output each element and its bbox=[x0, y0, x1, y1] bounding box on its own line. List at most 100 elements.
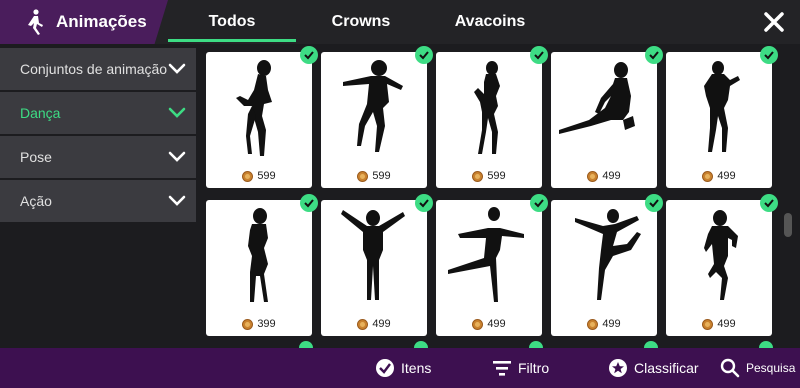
animation-card[interactable]: 499 bbox=[321, 194, 433, 336]
price-value: 399 bbox=[257, 318, 276, 330]
dancer-silhouette-image bbox=[343, 60, 403, 152]
price-value: 499 bbox=[602, 318, 621, 330]
walking-person-icon bbox=[28, 9, 43, 35]
owned-check-icon bbox=[645, 46, 663, 64]
avacoin-icon bbox=[357, 318, 369, 330]
price-value: 499 bbox=[717, 170, 736, 182]
owned-check-icon bbox=[530, 46, 548, 64]
animations-title: Animações bbox=[0, 0, 168, 44]
avacoin-icon bbox=[702, 318, 714, 330]
owned-check-icon bbox=[299, 341, 313, 348]
price-value: 599 bbox=[487, 170, 506, 182]
owned-check-icon bbox=[759, 341, 773, 348]
sort-label: Classificar bbox=[634, 360, 699, 376]
owned-check-icon bbox=[530, 194, 548, 212]
dancer-silhouette-image bbox=[236, 60, 272, 156]
animation-card[interactable]: 599 bbox=[436, 46, 548, 188]
chevron-down-icon bbox=[168, 195, 186, 206]
price-tag: 499 bbox=[551, 170, 657, 182]
price-tag: 599 bbox=[436, 170, 542, 182]
sidebar-item-acao[interactable]: Ação bbox=[0, 180, 196, 222]
avacoin-icon bbox=[357, 170, 369, 182]
price-value: 499 bbox=[717, 318, 736, 330]
animation-card[interactable]: 599 bbox=[206, 46, 318, 188]
animation-card[interactable]: 599 bbox=[321, 46, 433, 188]
tab-label: Todos bbox=[208, 13, 256, 30]
avacoin-icon bbox=[587, 318, 599, 330]
price-tag: 599 bbox=[321, 170, 427, 182]
dancer-silhouette-image bbox=[341, 210, 405, 300]
owned-check-icon bbox=[529, 341, 543, 348]
owned-check-icon bbox=[414, 341, 428, 348]
dancer-silhouette-image bbox=[248, 208, 268, 302]
dancer-silhouette-image bbox=[474, 61, 500, 154]
sidebar-item-label: Conjuntos de animação bbox=[20, 61, 168, 77]
star-badge-icon bbox=[609, 359, 627, 377]
tab-label: Avacoins bbox=[454, 13, 526, 30]
owned-check-icon bbox=[300, 194, 318, 212]
tab-crowns[interactable]: Crowns bbox=[305, 0, 417, 44]
tab-todos[interactable]: Todos bbox=[168, 0, 296, 44]
avacoin-icon bbox=[242, 318, 254, 330]
items-button[interactable]: Itens bbox=[375, 348, 431, 388]
bottom-toolbar: Itens Filtro Classificar Pesquisa bbox=[0, 348, 800, 388]
animation-card[interactable]: 499 bbox=[666, 194, 778, 336]
sort-button[interactable]: Classificar bbox=[608, 348, 699, 388]
tab-label: Crowns bbox=[331, 13, 391, 30]
price-value: 499 bbox=[487, 318, 506, 330]
sidebar-item-conjuntos[interactable]: Conjuntos de animação bbox=[0, 48, 196, 90]
price-value: 599 bbox=[372, 170, 391, 182]
price-tag: 499 bbox=[436, 318, 542, 330]
animation-card[interactable]: 499 bbox=[551, 194, 663, 336]
owned-check-icon bbox=[645, 194, 663, 212]
animation-card[interactable]: 499 bbox=[551, 46, 663, 188]
search-label: Pesquisa bbox=[746, 361, 796, 375]
price-tag: 499 bbox=[666, 170, 772, 182]
animation-card[interactable]: 499 bbox=[436, 194, 548, 336]
owned-check-icon bbox=[415, 194, 433, 212]
avacoin-icon bbox=[587, 170, 599, 182]
scrollbar-thumb[interactable] bbox=[784, 213, 792, 237]
avacoin-icon bbox=[472, 170, 484, 182]
filter-button[interactable]: Filtro bbox=[492, 348, 549, 388]
dancer-silhouette-image bbox=[575, 209, 641, 300]
search-icon bbox=[720, 358, 740, 378]
scrollbar-track[interactable] bbox=[782, 52, 794, 342]
chevron-down-icon bbox=[168, 63, 186, 74]
dancer-silhouette-image bbox=[448, 207, 524, 302]
sidebar-item-danca[interactable]: Dança bbox=[0, 92, 196, 134]
top-bar: Animações Todos Crowns Avacoins bbox=[0, 0, 800, 44]
animation-card[interactable]: 499 bbox=[666, 46, 778, 188]
avacoin-icon bbox=[242, 170, 254, 182]
price-tag: 599 bbox=[206, 170, 312, 182]
close-icon[interactable] bbox=[760, 8, 788, 36]
animation-card[interactable]: 399 bbox=[206, 194, 318, 336]
owned-check-icon bbox=[760, 46, 778, 64]
owned-check-icon bbox=[300, 46, 318, 64]
filter-icon bbox=[493, 361, 511, 376]
sidebar-item-label: Pose bbox=[20, 149, 52, 165]
price-value: 499 bbox=[372, 318, 391, 330]
owned-check-icon bbox=[644, 341, 658, 348]
page-title: Animações bbox=[56, 12, 147, 31]
sidebar-item-pose[interactable]: Pose bbox=[0, 136, 196, 178]
price-value: 499 bbox=[602, 170, 621, 182]
chevron-down-icon bbox=[168, 107, 186, 118]
dancer-silhouette-image bbox=[559, 62, 635, 134]
dancer-silhouette-image bbox=[704, 61, 740, 152]
owned-check-icon bbox=[760, 194, 778, 212]
price-value: 599 bbox=[257, 170, 276, 182]
price-tag: 399 bbox=[206, 318, 312, 330]
filter-label: Filtro bbox=[518, 360, 550, 376]
sidebar-item-label: Ação bbox=[20, 193, 52, 209]
sidebar-item-label: Dança bbox=[20, 105, 61, 121]
price-tag: 499 bbox=[666, 318, 772, 330]
tab-avacoins[interactable]: Avacoins bbox=[430, 0, 550, 44]
avacoin-icon bbox=[472, 318, 484, 330]
price-tag: 499 bbox=[551, 318, 657, 330]
owned-check-icon bbox=[415, 46, 433, 64]
items-label: Itens bbox=[401, 360, 432, 376]
search-button[interactable]: Pesquisa bbox=[720, 348, 795, 388]
check-circle-icon bbox=[376, 359, 394, 377]
category-sidebar: Conjuntos de animação Dança Pose Ação bbox=[0, 48, 196, 224]
